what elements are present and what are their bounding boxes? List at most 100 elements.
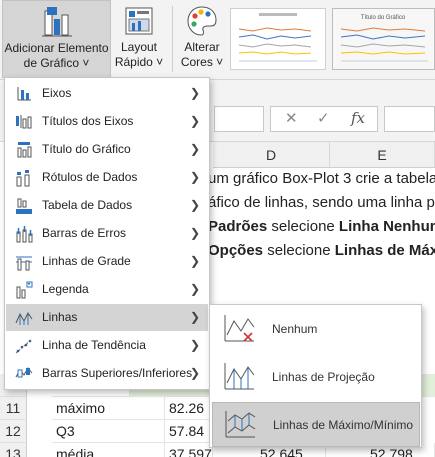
column-header-e[interactable]: E [330,142,435,168]
chevron-right-icon: ❯ [189,254,200,268]
menu-item-axes[interactable]: Eixos ❯ [6,80,208,107]
row-value-cell[interactable]: 37.597 [165,443,213,457]
sheet-text-line-3: Padrões selecione Linha Nenhum [208,218,435,235]
cancel-icon[interactable]: ✕ [285,109,298,127]
chart-styles-gallery[interactable]: Título do Gráfico [228,4,435,74]
bold-text: Linha Nenhum [338,218,435,235]
column-header-d[interactable]: D [213,142,330,168]
chevron-right-icon: ❯ [189,310,200,324]
menu-item-label: Legenda [42,282,89,296]
submenu-item-label: Nenhum [272,322,318,336]
high-low-lines-icon [225,411,256,438]
row-label-cell[interactable]: máximo [52,397,165,420]
menu-item-label: Título do Gráfico [42,142,131,156]
chevron-right-icon: ❯ [189,282,200,296]
insert-function-icon[interactable]: fx [351,109,365,127]
axis-titles-icon [16,115,32,129]
chevron-right-icon: ❯ [189,366,200,380]
quick-layout-label-1: Layout [120,40,158,54]
formula-input[interactable] [384,106,435,132]
submenu-item-high-low-lines[interactable]: Linhas de Máximo/Mínimo [212,402,420,447]
lines-submenu: Nenhum Linhas de Projeção Linhas de Máxi… [209,304,422,448]
chevron-right-icon: ❯ [189,114,200,128]
error-bars-icon [16,226,33,243]
chart-style-thumb-1[interactable] [230,8,326,70]
menu-item-label: Linha de Tendência [42,338,146,352]
add-element-label-2: de Gráfico ˅ [23,56,90,70]
legend-icon [16,281,33,299]
menu-item-data-table[interactable]: Tabela de Dados ❯ [6,192,208,219]
change-colors-button[interactable]: Alterar Cores ˅ [178,0,226,78]
lines-icon [15,312,33,325]
chevron-right-icon: ❯ [189,142,200,156]
menu-item-legend[interactable]: Legenda ❯ [6,276,208,303]
add-chart-element-icon [41,7,72,37]
row-number[interactable]: 12 [0,420,27,443]
name-box[interactable] [214,106,264,132]
menu-item-trendline[interactable]: Linha de Tendência ❯ [6,332,208,359]
sheet-text-line-2: áfico de linhas, sendo uma linha p [208,194,435,211]
menu-item-axis-titles[interactable]: Títulos dos Eixos ❯ [6,108,208,135]
up-down-bars-icon [15,367,33,378]
style-thumb-title: Título do Gráfico [361,15,406,21]
ribbon-separator [172,6,173,72]
chart-style-preview-1 [238,13,317,62]
chevron-right-icon: ❯ [189,226,200,240]
menu-item-lines[interactable]: Linhas ❯ [6,304,208,331]
menu-item-up-down-bars[interactable]: Barras Superiores/Inferiores ❯ [6,360,208,387]
menu-item-error-bars[interactable]: Barras de Erros ❯ [6,220,208,247]
row-number[interactable]: 11 [0,397,27,420]
submenu-item-label: Linhas de Projeção [272,370,375,384]
chevron-right-icon: ❯ [189,198,200,212]
text: selecione [267,218,339,235]
row-value-cell[interactable]: 82.26 [165,397,213,420]
bold-text: Opções [208,242,264,259]
submenu-item-label: Linhas de Máximo/Mínimo [273,418,414,432]
ribbon: Adicionar Elemento de Gráfico ˅ Layout R… [0,0,435,80]
add-chart-element-menu: Eixos ❯ Títulos dos Eixos ❯ Título do Gr… [4,77,210,390]
menu-item-chart-title[interactable]: Título do Gráfico ❯ [6,136,208,163]
menu-item-data-labels[interactable]: Rótulos de Dados ❯ [6,164,208,191]
row-number[interactable]: 13 [0,443,27,457]
row-label-cell[interactable]: Q3 [52,420,165,443]
menu-item-gridlines[interactable]: Linhas de Grade ❯ [6,248,208,275]
add-element-label-1: Adicionar Elemento [4,41,109,55]
menu-item-label: Linhas [42,310,78,324]
sheet-text-line-4: Opções selecione Linhas de Máxi [208,242,435,259]
quick-layout-label-2: Rápido ˅ [114,55,164,69]
menu-item-label: Barras Superiores/Inferiores [42,366,193,380]
palette-icon [187,6,217,36]
chevron-right-icon: ❯ [189,170,200,184]
drop-lines-icon [224,363,255,390]
submenu-item-none[interactable]: Nenhum [212,307,420,352]
row-label-cell[interactable]: média [52,443,165,457]
bold-text: Padrões [208,218,268,235]
quick-layout-button[interactable]: Layout Rápido ˅ [114,0,164,78]
axes-icon [17,87,31,101]
menu-item-label: Linhas de Grade [42,254,131,268]
menu-item-label: Tabela de Dados [42,198,133,212]
menu-item-label: Barras de Erros [42,226,127,240]
data-labels-icon [16,170,30,187]
change-colors-label-1: Alterar [184,40,220,54]
chart-style-preview-2: Título do Gráfico [333,9,434,69]
gridlines-icon [16,256,32,271]
formula-buttons: ✕ ✓ fx [270,106,378,132]
chevron-right-icon: ❯ [189,86,200,100]
chart-style-thumb-2[interactable]: Título do Gráfico [332,8,435,70]
add-chart-element-button[interactable]: Adicionar Elemento de Gráfico ˅ [2,0,111,78]
text: selecione [263,242,335,259]
change-colors-label-2: Cores ˅ [180,55,224,69]
confirm-icon[interactable]: ✓ [317,109,330,127]
bold-text: Linhas de Máxi [334,242,435,259]
lines-none-icon [224,315,255,342]
chart-title-icon [17,142,32,158]
sheet-text-line-1: um gráfico Box-Plot 3 crie a tabela [208,170,435,187]
trendline-icon [15,338,33,354]
menu-item-label: Eixos [42,86,72,100]
quick-layout-icon [125,7,153,35]
row-value-cell[interactable]: 57.84 [165,420,213,443]
submenu-item-drop-lines[interactable]: Linhas de Projeção [212,355,420,400]
menu-item-label: Rótulos de Dados [42,170,138,184]
menu-item-label: Títulos dos Eixos [42,114,134,128]
